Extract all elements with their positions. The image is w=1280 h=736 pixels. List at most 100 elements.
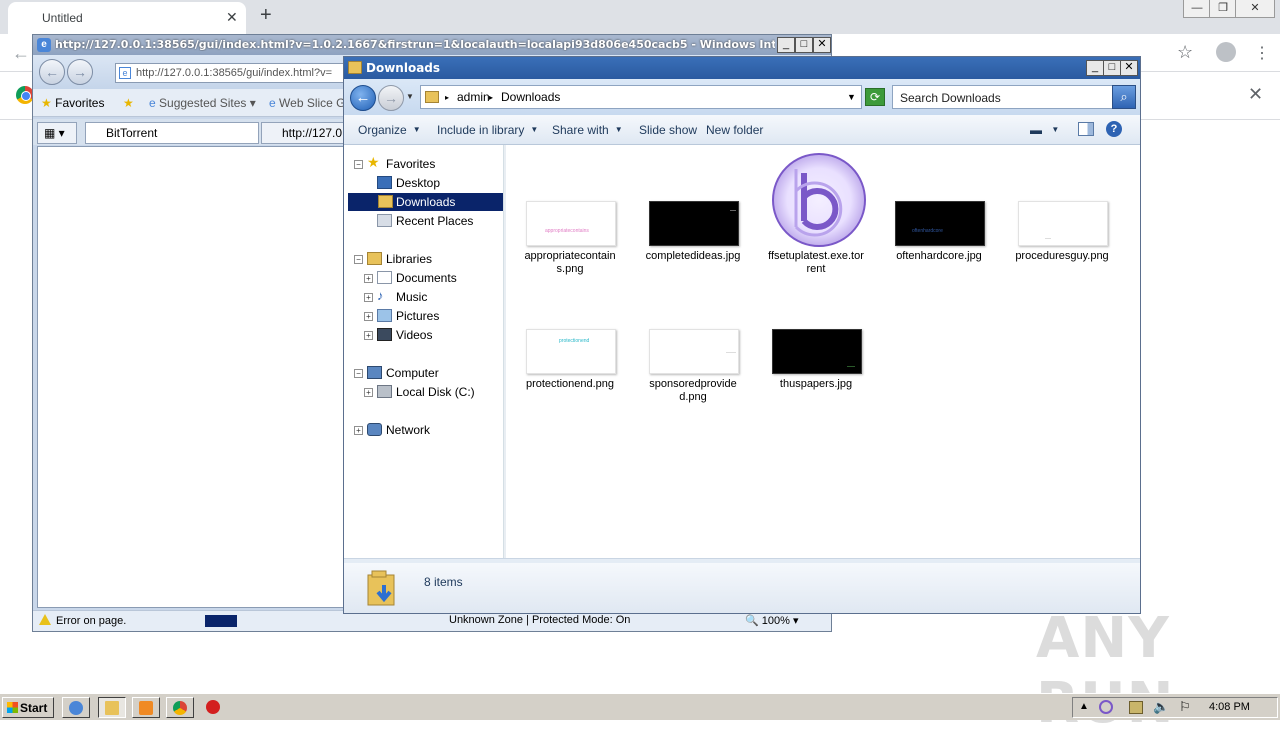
volume-icon[interactable]: 🔈 [1153,699,1169,715]
restore-button[interactable]: ❐ [1209,0,1237,18]
status-zoom[interactable]: 🔍 100% ▾ [745,614,798,627]
expand-icon[interactable]: + [364,293,373,302]
nav-desktop[interactable]: Desktop [376,174,440,192]
taskbar-chrome[interactable] [166,697,194,718]
collapse-icon[interactable]: − [354,160,363,169]
expand-icon[interactable]: + [364,388,373,397]
stop-icon [206,700,220,714]
bookmark-star-icon[interactable]: ☆ [1177,42,1193,63]
share-with-button[interactable]: Share with ▼ [552,123,623,137]
minimize-button[interactable]: — [1183,0,1211,18]
quick-tabs-button[interactable]: ▦ ▾ [37,122,77,144]
downloads-folder-icon [378,195,393,208]
nav-computer[interactable]: Computer [366,364,439,382]
collapse-icon[interactable]: − [354,369,363,378]
file-name: oftenhardcore.jpg [896,250,982,262]
desktop-icon [377,176,392,189]
breadcrumb-chevron[interactable]: ▸ [489,93,493,102]
breadcrumb-chevron[interactable]: ▸ [445,93,449,102]
ie-close-button[interactable]: ✕ [813,37,831,53]
web-slice-link[interactable]: e Web Slice G [269,96,346,110]
nav-recent-places[interactable]: Recent Places [376,212,473,230]
search-input[interactable]: Search Downloads ⌕ [892,85,1136,109]
ie-minimize-button[interactable]: _ [777,37,795,53]
bittorrent-tray-icon[interactable] [1099,700,1113,714]
expand-icon[interactable]: + [364,331,373,340]
nav-favorites[interactable]: ★ Favorites [366,154,435,173]
network-tray-icon[interactable] [1129,701,1143,714]
search-placeholder: Search Downloads [900,91,1001,105]
new-tab-button[interactable]: + [260,4,272,27]
explorer-titlebar[interactable]: Downloads _ □ ✕ [344,57,1140,79]
explorer-close-button[interactable]: ✕ [1120,60,1138,76]
music-icon: ♪ [377,288,384,303]
add-favorite-icon[interactable]: ★ [123,96,134,110]
new-folder-button[interactable]: New folder [706,123,763,137]
preview-pane-icon[interactable] [1078,122,1094,136]
taskbar-stop[interactable] [200,697,228,718]
expand-icon[interactable]: + [364,274,373,283]
slide-show-button[interactable]: Slide show [639,123,697,137]
nav-pictures[interactable]: Pictures [376,307,439,325]
ie-maximize-button[interactable]: □ [795,37,813,53]
explorer-window: Downloads _ □ ✕ ← → ▼ ▸ admin ▸ Download… [343,56,1141,614]
nav-local-disk[interactable]: Local Disk (C:) [376,383,475,401]
search-icon[interactable]: ⌕ [1112,85,1136,109]
tray-expand-icon[interactable]: ▲ [1079,701,1089,712]
warning-icon [39,614,51,625]
taskbar-ie[interactable] [62,697,90,718]
address-dropdown-icon[interactable]: ▼ [847,92,856,102]
recent-pages-dropdown[interactable]: ▼ [406,92,414,101]
nav-network[interactable]: Network [366,421,430,439]
taskbar-media-player[interactable] [132,697,160,718]
collapse-icon[interactable]: − [354,255,363,264]
computer-icon [367,366,382,379]
profile-avatar[interactable] [1216,42,1236,62]
drive-icon [377,385,392,398]
start-button[interactable]: Start [2,697,54,718]
chrome-menu-icon[interactable]: ⋮ [1254,43,1270,63]
forward-arrow-icon[interactable]: → [378,85,404,111]
nav-libraries[interactable]: Libraries [366,250,432,268]
favorites-button[interactable]: ★ Favorites [41,96,104,110]
nav-downloads[interactable]: Downloads [348,193,503,211]
close-window-button[interactable]: ✕ [1235,0,1275,18]
explorer-title: Downloads [366,61,441,75]
explorer-maximize-button[interactable]: □ [1103,60,1121,76]
include-in-library-button[interactable]: Include in library ▼ [437,123,538,137]
chrome-tab[interactable]: Untitled ✕ [8,2,246,34]
chrome-tab-title: Untitled [42,11,83,25]
ie-tab-localhost[interactable]: http://127.0 [261,122,345,144]
infobar-close-icon[interactable]: ✕ [1248,84,1263,105]
taskbar-explorer[interactable] [98,697,126,718]
pictures-icon [377,309,392,322]
nav-documents[interactable]: Documents [376,269,457,287]
nav-music[interactable]: ♪ Music [376,288,427,306]
nav-videos[interactable]: Videos [376,326,432,344]
status-error[interactable]: Error on page. [39,614,126,627]
breadcrumb-admin[interactable]: admin [457,90,490,104]
action-center-flag-icon[interactable]: ⚐ [1179,699,1191,715]
ie-address-text: http://127.0.0.1:38565/gui/index.html?v= [136,67,333,79]
ie-tab-bittorrent[interactable]: BitTorrent [85,122,259,144]
close-tab-icon[interactable]: ✕ [226,9,238,26]
breadcrumb-downloads[interactable]: Downloads [501,90,560,104]
explorer-minimize-button[interactable]: _ [1086,60,1104,76]
clock[interactable]: 4:08 PM [1209,701,1250,713]
ie-titlebar[interactable]: e http://127.0.0.1:38565/gui/index.html?… [33,35,831,55]
ie-back-icon[interactable]: ← [39,59,65,85]
expand-icon[interactable]: + [354,426,363,435]
suggested-sites-link[interactable]: e Suggested Sites ▾ [149,96,256,110]
expand-icon[interactable]: + [364,312,373,321]
organize-button[interactable]: Organize ▼ [358,123,421,137]
back-arrow-icon[interactable]: ← [12,43,30,64]
explorer-address-bar[interactable]: ▸ admin ▸ Downloads ▼ [420,85,862,109]
change-view-icon[interactable]: ▬ ▼ [1030,123,1059,137]
ie-forward-icon[interactable]: → [67,59,93,85]
folder-icon [425,91,439,103]
help-icon[interactable]: ? [1106,121,1122,137]
file-name: sponsoredprovided.png [649,378,737,403]
refresh-icon[interactable]: ⟳ [865,88,885,106]
explorer-command-bar: Organize ▼ Include in library ▼ Share with… [344,115,1140,145]
back-arrow-icon[interactable]: ← [350,85,376,111]
